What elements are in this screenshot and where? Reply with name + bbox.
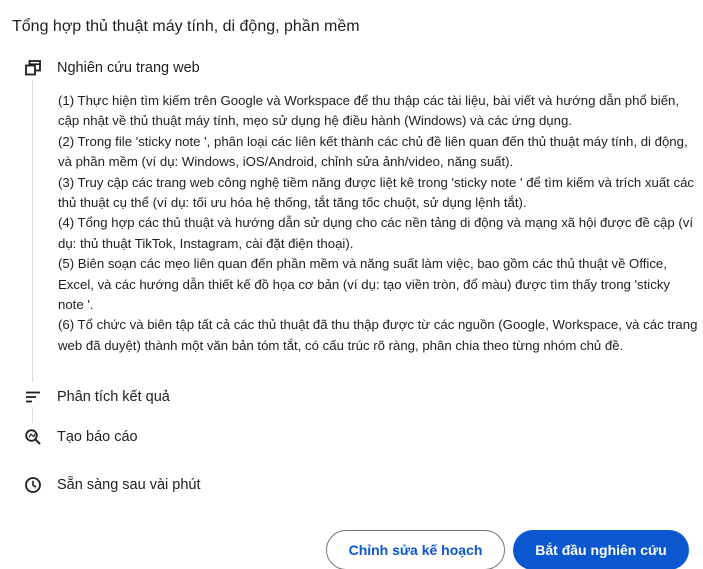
step-web-research: Nghiên cứu trang web [24,59,200,77]
plan-item: (3) Truy cập các trang web công nghệ tiề… [58,174,695,211]
step-ready-time: Sẵn sàng sau vài phút [24,476,201,494]
plan-item: (4) Tổng hợp các thủ thuật và hướng dẫn … [58,215,694,251]
plan-item: (1) Thực hiện tìm kiếm trên Google và Wo… [58,93,680,129]
create-report-icon [24,428,42,446]
plan-item: (5) Biên soạn các mẹo liên quan đến phần… [58,256,671,313]
plan-title: Tổng hợp thủ thuật máy tính, di động, ph… [12,18,360,35]
plan-item: (2) Trong file 'sticky note ', phân loại… [58,133,688,170]
step-label: Tạo báo cáo [57,429,138,445]
step-label: Sẵn sàng sau vài phút [57,477,201,493]
research-plan-panel: Tổng hợp thủ thuật máy tính, di động, ph… [0,0,703,569]
step-create-report: Tạo báo cáo [24,428,138,446]
edit-plan-button[interactable]: Chỉnh sửa kế hoạch [326,530,505,569]
plan-item: (6) Tổ chức và biên tập tất cả các thủ t… [58,317,698,353]
timeline-line [32,407,33,423]
web-research-icon [24,59,42,77]
analyze-results-icon [24,388,42,406]
clock-icon [24,476,42,494]
step-label: Nghiên cứu trang web [57,60,200,76]
plan-details: (1) Thực hiện tìm kiếm trên Google và Wo… [58,91,698,356]
step-label: Phân tích kết quả [57,389,170,405]
step-analyze-results: Phân tích kết quả [24,388,170,406]
timeline-line [32,80,33,382]
start-research-button[interactable]: Bắt đầu nghiên cứu [513,530,689,569]
